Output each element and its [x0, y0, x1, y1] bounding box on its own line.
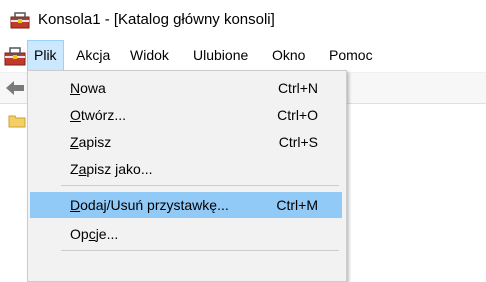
- title-bar: Konsola1 - [Katalog główny konsoli]: [0, 0, 486, 40]
- menu-akcja[interactable]: Akcja: [70, 41, 116, 70]
- menu-item-label: Zapisz jako...: [70, 161, 153, 177]
- file-menu-dropdown: Nowa Ctrl+N Otwórz... Ctrl+O Zapisz Ctrl…: [27, 70, 347, 282]
- shortcut-text: Ctrl+M: [276, 197, 318, 213]
- menu-item-opcje[interactable]: Opcje...: [30, 221, 342, 247]
- menu-item-nowa[interactable]: Nowa Ctrl+N: [30, 75, 342, 101]
- menu-item-dodaj-usun-przystawke[interactable]: Dodaj/Usuń przystawkę... Ctrl+M: [30, 192, 342, 218]
- menu-separator: [61, 185, 339, 186]
- menu-bar: Plik Akcja Widok Ulubione Okno Pomoc: [0, 40, 486, 73]
- mmc-toolbox-icon: [10, 12, 30, 29]
- menu-item-label: Opcje...: [70, 226, 119, 242]
- folder-icon[interactable]: [8, 114, 26, 128]
- menu-separator: [61, 250, 339, 251]
- system-menu-icon[interactable]: [4, 46, 26, 66]
- menu-plik[interactable]: Plik: [27, 40, 64, 71]
- menu-item-zapisz[interactable]: Zapisz Ctrl+S: [30, 129, 342, 155]
- window-title: Konsola1 - [Katalog główny konsoli]: [38, 11, 275, 28]
- menu-ulubione[interactable]: Ulubione: [187, 41, 254, 70]
- menu-pomoc[interactable]: Pomoc: [323, 41, 379, 70]
- menu-item-label: Nowa: [70, 80, 106, 96]
- menu-item-otworz[interactable]: Otwórz... Ctrl+O: [30, 102, 342, 128]
- menu-item-label: Dodaj/Usuń przystawkę...: [70, 197, 229, 213]
- menu-item-zapisz-jako[interactable]: Zapisz jako...: [30, 156, 342, 182]
- menu-item-label: Zapisz: [70, 134, 112, 150]
- menu-okno[interactable]: Okno: [266, 41, 311, 70]
- shortcut-text: Ctrl+O: [277, 107, 318, 123]
- shortcut-text: Ctrl+N: [277, 80, 318, 96]
- shortcut-text: Ctrl+S: [278, 134, 318, 150]
- menu-widok[interactable]: Widok: [124, 41, 175, 70]
- back-arrow-icon[interactable]: [4, 79, 26, 97]
- menu-item-label: Otwórz...: [70, 107, 127, 123]
